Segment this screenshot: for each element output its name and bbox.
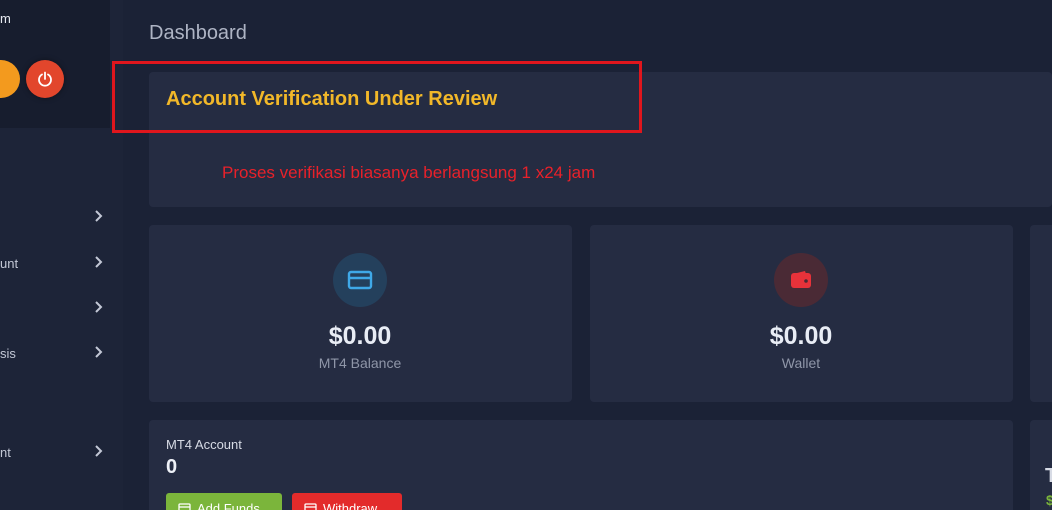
withdraw-label: Withdraw [323,500,378,510]
chevron-right-icon [95,210,103,222]
sidebar-item-1[interactable] [0,208,110,228]
sidebar-item-label: nt [0,445,11,460]
wallet-value: $0.00 [769,322,833,350]
sidebar-item-5[interactable]: nt [0,443,110,463]
chevron-right-icon [95,301,103,313]
page-title: Dashboard [149,22,247,44]
logout-button[interactable] [26,60,64,98]
wallet-icon [774,253,828,307]
add-funds-button[interactable]: Add Funds [166,493,282,510]
wallet-card: $0.00 Wallet [590,225,1013,402]
sidebar-item-analysis[interactable]: sis [0,344,110,364]
add-funds-label: Add Funds [197,500,260,510]
wallet-label: Wallet [781,355,821,371]
card-icon [333,253,387,307]
user-panel: m [0,0,110,128]
sidebar-item-account[interactable]: unt [0,254,110,274]
sidebar: m unt sis nt [0,0,123,510]
stat-card-partial [1030,225,1052,402]
chevron-right-icon [95,256,103,268]
chevron-right-icon [95,445,103,457]
sidebar-item-label: unt [0,256,19,271]
sidebar-item-label: sis [0,346,16,361]
mt4-account-label: MT4 Account [166,437,242,452]
highlight-annotation-box [112,61,642,133]
card-icon [178,503,191,510]
chevron-right-icon [95,346,103,358]
mt4-account-value: 0 [166,456,178,478]
mt4-balance-value: $0.00 [328,322,392,350]
mt4-balance-label: MT4 Balance [318,355,402,371]
power-icon [38,71,52,87]
profile-button[interactable] [0,60,20,98]
right-card-value: $ [1046,492,1052,508]
mt4-balance-card: $0.00 MT4 Balance [149,225,572,402]
sidebar-item-3[interactable] [0,299,110,319]
right-card-title: T [1045,465,1052,487]
withdraw-button[interactable]: Withdraw [292,493,402,510]
card-icon [304,503,317,510]
user-name: m [0,11,11,26]
annotation-text: Proses verifikasi biasanya berlangsung 1… [222,163,596,182]
